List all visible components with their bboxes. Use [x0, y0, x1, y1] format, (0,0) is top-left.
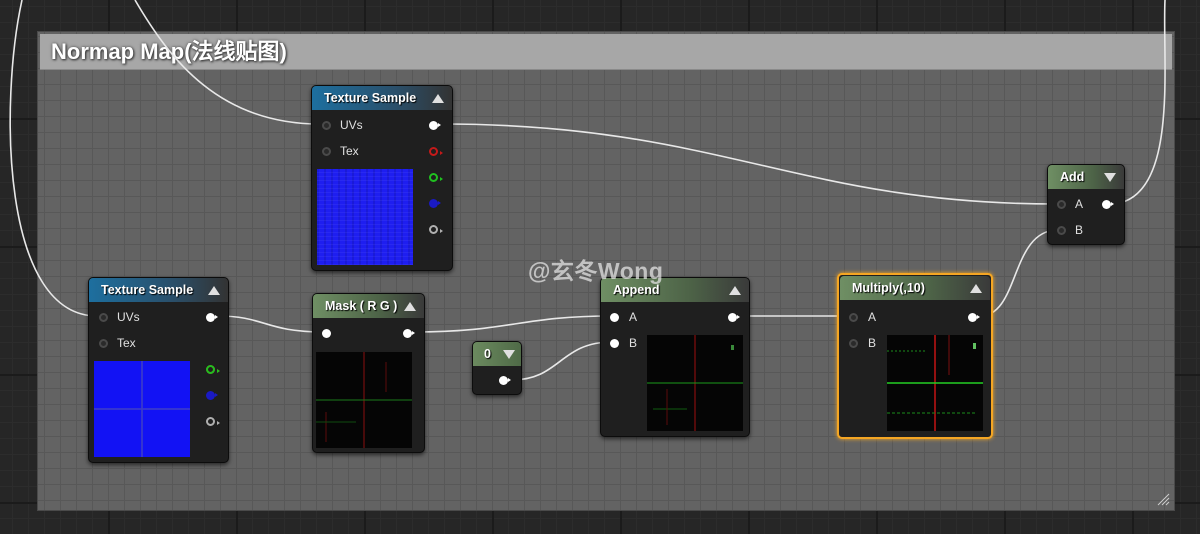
- collapse-arrow-icon[interactable]: [970, 284, 982, 293]
- mask-rg-node[interactable]: Mask ( R G ): [312, 293, 425, 453]
- g-output-pin[interactable]: [206, 365, 220, 374]
- append-output-pin[interactable]: [728, 313, 740, 322]
- constant-value: 0: [484, 347, 491, 361]
- b-input-pin[interactable]: [1057, 226, 1066, 235]
- node-header[interactable]: Texture Sample: [89, 278, 228, 302]
- uvs-label: UVs: [340, 118, 363, 132]
- collapse-arrow-icon[interactable]: [432, 94, 444, 103]
- node-header[interactable]: Texture Sample: [312, 86, 452, 110]
- mask-output-pin[interactable]: [403, 329, 415, 338]
- b-label: B: [868, 336, 877, 350]
- a-input-pin[interactable]: [1057, 200, 1066, 209]
- node-title: Texture Sample: [324, 91, 417, 105]
- append-preview-pattern: [647, 335, 743, 431]
- comment-title[interactable]: Normap Map(法线贴图): [40, 34, 1172, 70]
- append-preview: [647, 335, 743, 431]
- multiply-output-pin[interactable]: [968, 313, 980, 322]
- a-label: A: [629, 310, 638, 324]
- add-node[interactable]: Add A B: [1047, 164, 1125, 245]
- rgb-output-pin[interactable]: [206, 313, 218, 322]
- a-output-pin[interactable]: [206, 417, 220, 426]
- constant-output-pin[interactable]: [499, 376, 511, 385]
- a-label: A: [868, 310, 877, 324]
- b-label: B: [1075, 223, 1084, 237]
- node-header[interactable]: 0: [473, 342, 521, 366]
- texture-preview: [317, 169, 413, 265]
- texture-sample-node-left[interactable]: Texture Sample UVs Tex: [88, 277, 229, 463]
- uvs-input-pin[interactable]: [99, 313, 108, 322]
- constant-node[interactable]: 0: [472, 341, 522, 395]
- tex-label: Tex: [340, 144, 359, 158]
- node-header[interactable]: Mask ( R G ): [313, 294, 424, 318]
- multiply-preview: [887, 335, 983, 431]
- b-label: B: [629, 336, 638, 350]
- node-title: Multiply(,10): [852, 281, 925, 295]
- collapse-arrow-icon[interactable]: [404, 302, 416, 311]
- a-input-pin[interactable]: [610, 313, 619, 322]
- tex-label: Tex: [117, 336, 136, 350]
- mask-preview-pattern: [316, 352, 412, 448]
- b-output-pin[interactable]: [206, 391, 218, 400]
- multiply-node[interactable]: Multiply(,10) A B: [837, 273, 993, 439]
- b-output-pin[interactable]: [429, 199, 441, 208]
- watermark: @玄冬Wong: [528, 258, 664, 284]
- b-input-pin[interactable]: [849, 339, 858, 348]
- texture-preview: [94, 361, 190, 457]
- uvs-label: UVs: [117, 310, 140, 324]
- append-node[interactable]: Append A B: [600, 277, 750, 437]
- dropdown-arrow-icon[interactable]: [503, 350, 515, 359]
- r-output-pin[interactable]: [429, 147, 443, 156]
- texture-sample-node-top[interactable]: Texture Sample UVs Tex: [311, 85, 453, 271]
- collapse-arrow-icon[interactable]: [208, 286, 220, 295]
- node-header[interactable]: Add: [1048, 165, 1124, 189]
- multiply-preview-pattern: [887, 335, 983, 431]
- node-header[interactable]: Multiply(,10): [840, 276, 990, 300]
- tex-input-pin[interactable]: [99, 339, 108, 348]
- tex-input-pin[interactable]: [322, 147, 331, 156]
- collapse-arrow-icon[interactable]: [1104, 173, 1116, 182]
- resize-grip-icon[interactable]: [1156, 492, 1170, 506]
- mask-input-pin[interactable]: [322, 329, 331, 338]
- node-title: Texture Sample: [101, 283, 194, 297]
- mask-preview: [316, 352, 412, 448]
- rgb-output-pin[interactable]: [429, 121, 441, 130]
- node-title: Mask ( R G ): [325, 299, 398, 313]
- add-output-pin[interactable]: [1102, 200, 1114, 209]
- b-input-pin[interactable]: [610, 339, 619, 348]
- collapse-arrow-icon[interactable]: [729, 286, 741, 295]
- a-output-pin[interactable]: [429, 225, 443, 234]
- node-title: Add: [1060, 170, 1085, 184]
- uvs-input-pin[interactable]: [322, 121, 331, 130]
- a-label: A: [1075, 197, 1084, 211]
- a-input-pin[interactable]: [849, 313, 858, 322]
- g-output-pin[interactable]: [429, 173, 443, 182]
